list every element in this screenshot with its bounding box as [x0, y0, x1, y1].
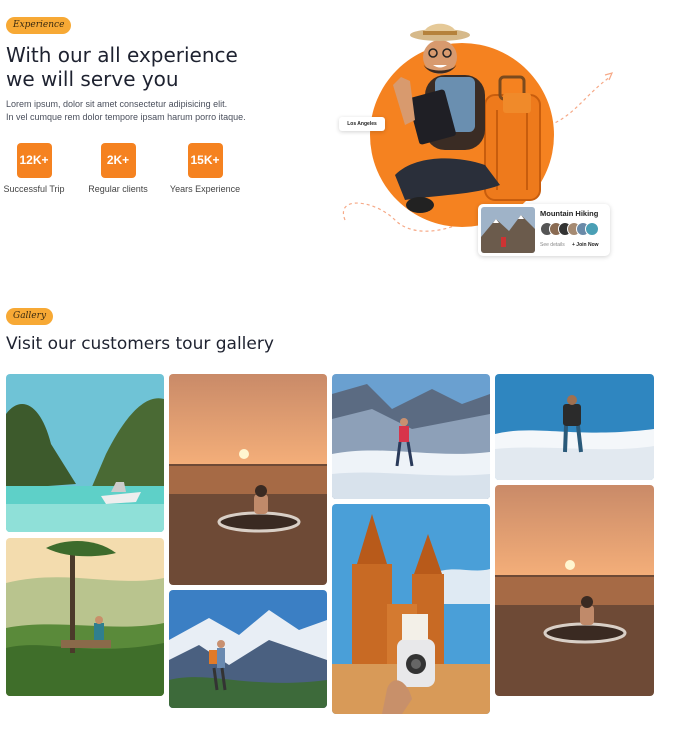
gallery-photo-sunset-float[interactable] [169, 374, 327, 585]
stat-label: Successful Trip [3, 184, 65, 194]
stat-value: 12K+ [16, 143, 52, 178]
stat-value: 15K+ [187, 143, 223, 178]
gallery-photo-snow-hiker[interactable] [332, 374, 490, 499]
stat-years-experience: 15K+ Years Experience [165, 143, 245, 194]
stat-label: Regular clients [88, 184, 148, 194]
experience-description-line-1: Lorem ipsum, dolor sit amet consectetur … [6, 99, 228, 109]
gallery-photo-church-camera[interactable] [332, 504, 490, 714]
see-details-link[interactable]: See details [540, 242, 565, 248]
experience-title-line-2: we will serve you [6, 67, 179, 91]
location-badge: Los Angeles [339, 117, 385, 131]
gallery-tag: Gallery [6, 308, 54, 325]
stat-regular-clients: 2K+ Regular clients [84, 143, 152, 194]
experience-tag: Experience [6, 17, 72, 34]
card-thumbnail [481, 207, 535, 253]
avatar-group [540, 222, 604, 236]
stat-label: Years Experience [169, 184, 241, 194]
stat-successful-trip: 12K+ Successful Trip [0, 143, 68, 194]
mountain-hiking-card[interactable]: Mountain Hiking See details + Join Now [478, 204, 610, 256]
gallery-photo-lagoon-boat[interactable] [6, 374, 164, 532]
experience-title: With our all experience we will serve yo… [6, 43, 238, 91]
gallery-photo-sunset-float-2[interactable] [495, 485, 654, 696]
stat-value: 2K+ [100, 143, 136, 178]
join-now-link[interactable]: + Join Now [572, 242, 599, 248]
experience-title-line-1: With our all experience [6, 43, 238, 67]
gallery-photo-mountain-trail[interactable] [169, 590, 327, 708]
gallery-photo-mountain-backpacker[interactable] [495, 374, 654, 480]
gallery-title: Visit our customers tour gallery [6, 334, 274, 354]
card-title: Mountain Hiking [540, 209, 599, 218]
experience-description: Lorem ipsum, dolor sit amet consectetur … [6, 98, 246, 123]
gallery-photo-treehouse-view[interactable] [6, 538, 164, 696]
experience-description-line-2: In vel cumque rem dolor tempore ipsam ha… [6, 111, 246, 122]
